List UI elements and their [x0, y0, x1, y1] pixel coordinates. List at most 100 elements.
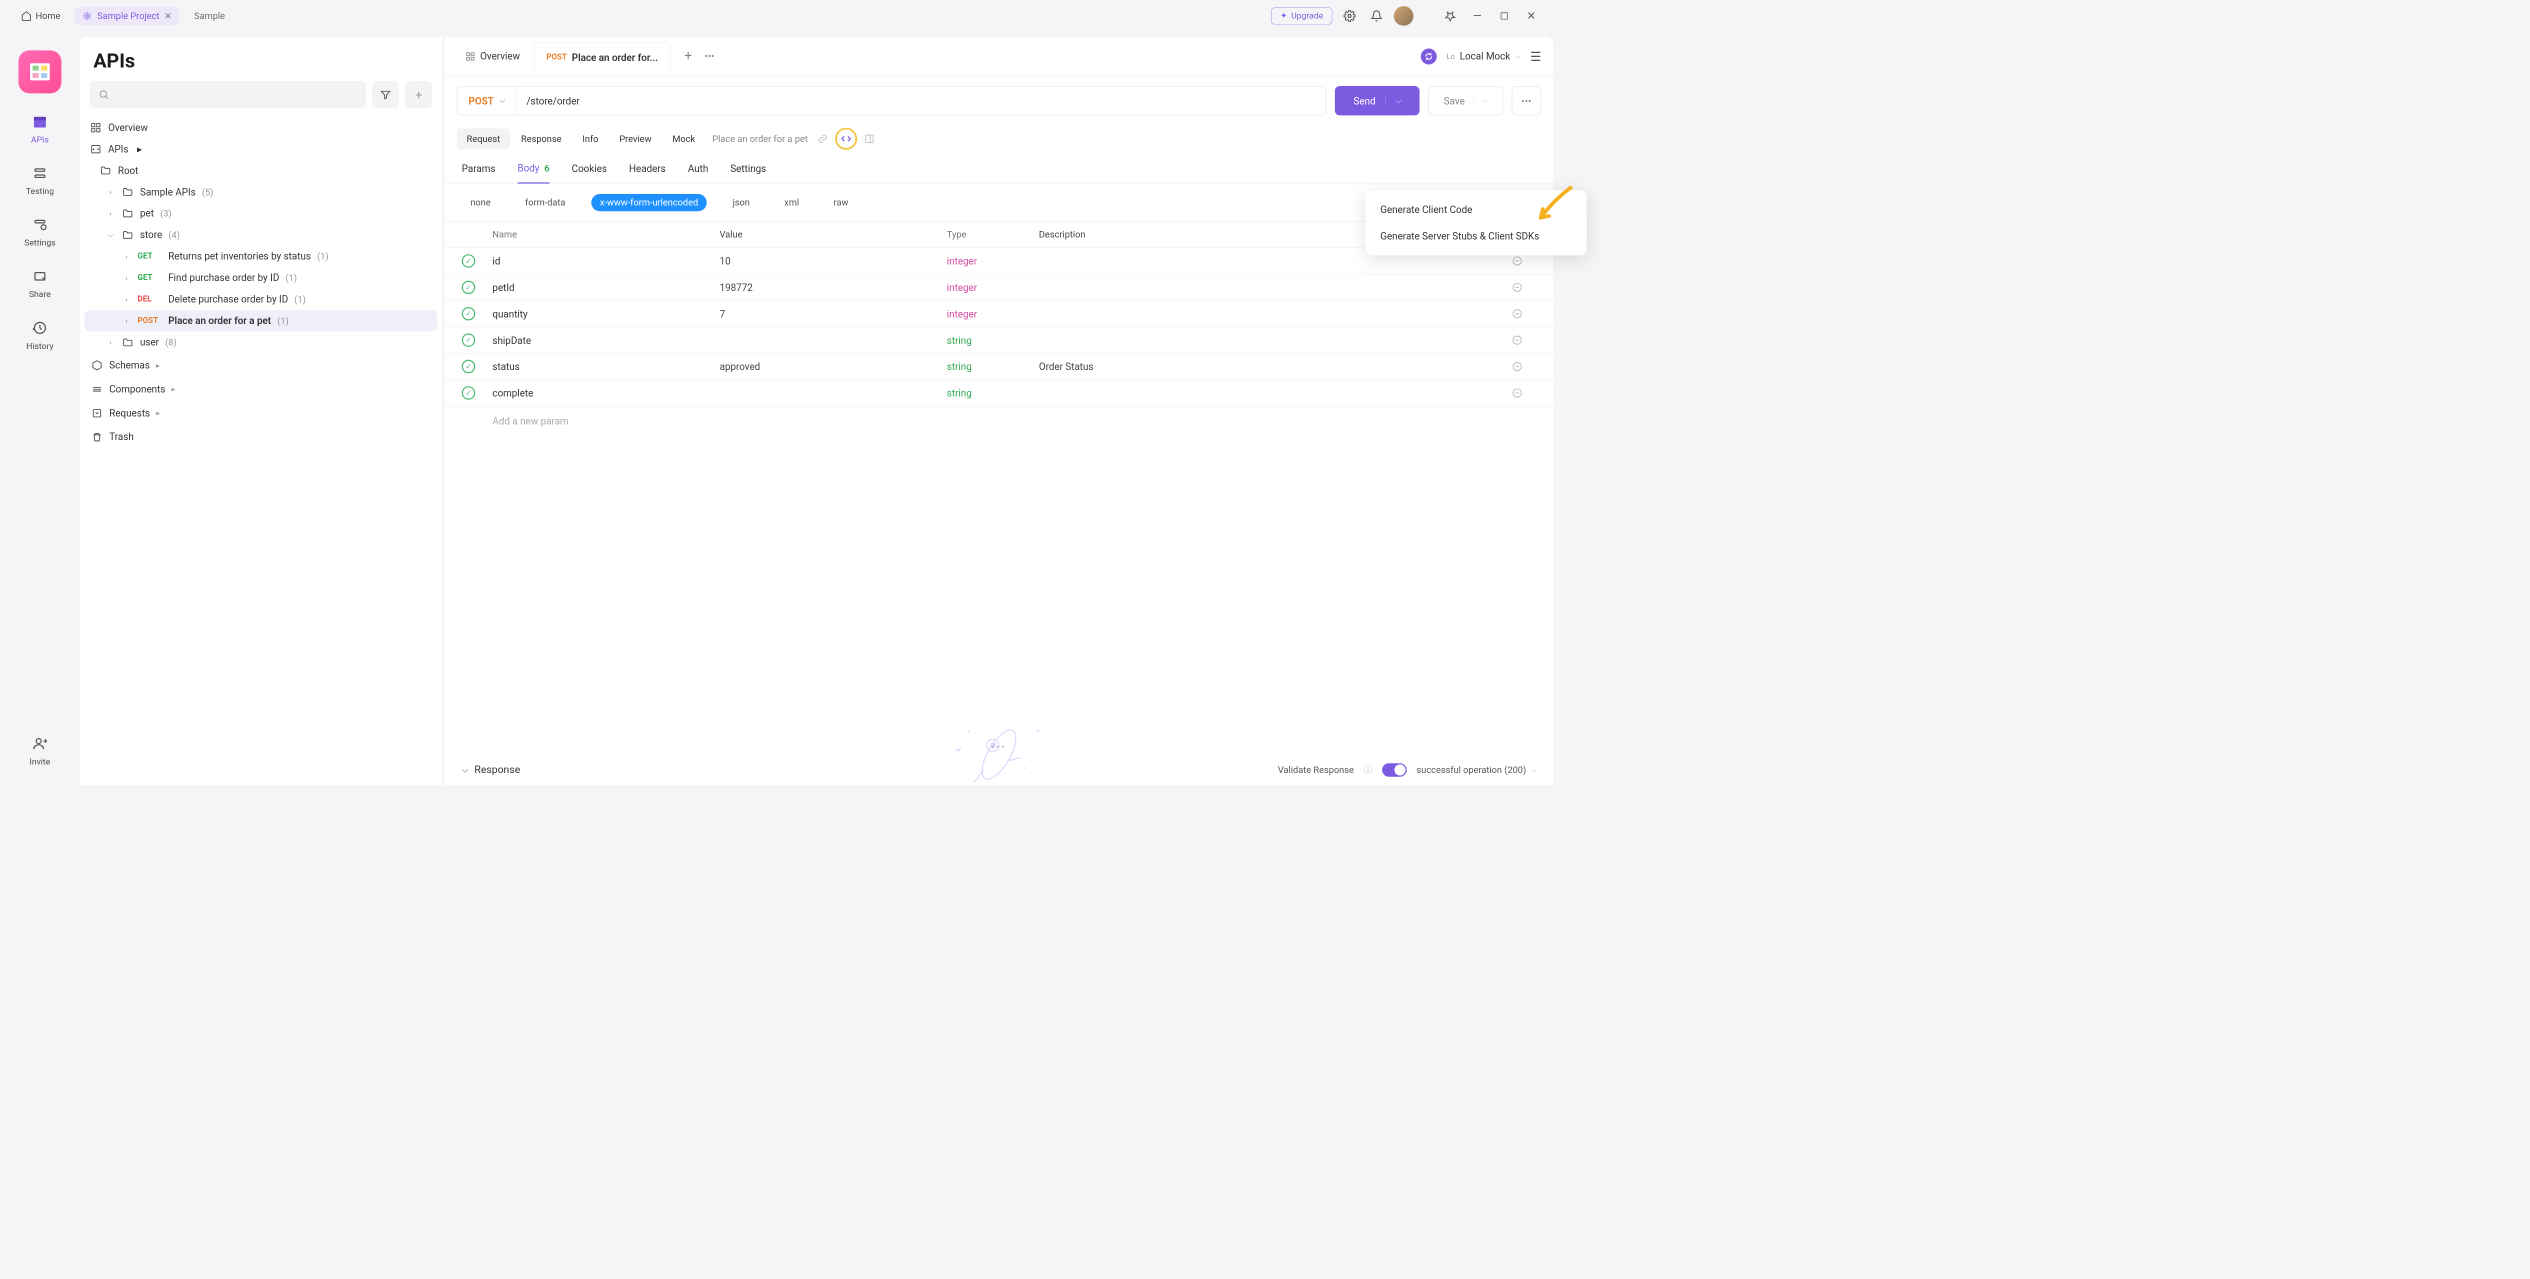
bodytype-none[interactable]: none — [462, 194, 500, 211]
save-button[interactable]: Save ⌵ — [1428, 86, 1503, 115]
check-icon[interactable]: ✓ — [462, 333, 476, 347]
trash-section[interactable]: Trash — [85, 425, 437, 449]
param-name[interactable]: status — [492, 361, 719, 373]
subtab-preview[interactable]: Preview — [609, 128, 661, 149]
delete-param-button[interactable] — [1512, 308, 1537, 319]
bodytype-raw[interactable]: raw — [825, 194, 857, 211]
table-row[interactable]: ✓ complete string — [445, 380, 1554, 406]
section-settings[interactable]: Settings — [730, 162, 766, 183]
chevron-down-icon[interactable]: ⌵ — [1385, 96, 1401, 105]
add-button[interactable]: + — [405, 81, 432, 108]
subtab-request[interactable]: Request — [457, 128, 510, 149]
table-row[interactable]: ✓ petId 198772 integer — [445, 274, 1554, 300]
param-name[interactable]: complete — [492, 387, 719, 399]
delete-param-button[interactable] — [1512, 282, 1537, 293]
param-name[interactable]: shipDate — [492, 334, 719, 346]
section-auth[interactable]: Auth — [688, 162, 708, 183]
param-value[interactable]: 7 — [720, 308, 947, 320]
components-section[interactable]: Components ▸ — [85, 377, 437, 401]
add-param-row[interactable]: Add a new param — [445, 406, 1554, 435]
check-icon[interactable]: ✓ — [462, 307, 476, 321]
schemas-section[interactable]: Schemas ▸ — [85, 353, 437, 377]
tree-endpoint[interactable]: ›GETFind purchase order by ID (1) — [85, 267, 437, 288]
param-type[interactable]: string — [947, 334, 1039, 346]
close-icon[interactable]: ✕ — [164, 10, 172, 21]
app-logo[interactable] — [18, 50, 61, 93]
param-value[interactable]: 10 — [720, 255, 947, 267]
bodytype-xml[interactable]: xml — [776, 194, 808, 211]
home-button[interactable]: Home — [12, 7, 69, 25]
section-body[interactable]: Body 6 — [517, 162, 549, 183]
menu-icon[interactable]: ☰ — [1530, 49, 1541, 64]
gear-icon[interactable] — [1340, 6, 1360, 26]
check-icon[interactable]: ✓ — [462, 281, 476, 295]
bodytype-formdata[interactable]: form-data — [516, 194, 574, 211]
requests-section[interactable]: Requests ▸ — [85, 401, 437, 425]
tree-endpoint[interactable]: ›GETReturns pet inventories by status (1… — [85, 246, 437, 267]
section-params[interactable]: Params — [462, 162, 496, 183]
validate-toggle[interactable] — [1382, 763, 1407, 777]
delete-param-button[interactable] — [1512, 255, 1537, 266]
pin-icon[interactable] — [1440, 6, 1460, 26]
param-description[interactable]: Order Status — [1039, 361, 1512, 373]
chevron-down-icon[interactable]: ⌵ — [1473, 96, 1487, 105]
help-icon[interactable]: ⓘ — [1364, 764, 1373, 776]
param-value[interactable]: approved — [720, 361, 947, 373]
tree-folder[interactable]: ⌵store (4) — [85, 224, 437, 245]
code-icon[interactable] — [835, 128, 857, 150]
tab-more-button[interactable]: ••• — [704, 50, 714, 62]
delete-param-button[interactable] — [1512, 335, 1537, 346]
env-refresh-icon[interactable] — [1421, 48, 1437, 64]
rail-share[interactable]: Share — [29, 266, 51, 299]
param-name[interactable]: id — [492, 255, 719, 267]
tab-overview[interactable]: Overview — [453, 41, 532, 70]
rail-apis[interactable]: APIs — [30, 112, 50, 145]
param-type[interactable]: string — [947, 361, 1039, 373]
close-window-icon[interactable]: ✕ — [1521, 6, 1541, 26]
param-type[interactable]: string — [947, 387, 1039, 399]
link-icon[interactable] — [814, 130, 831, 147]
rail-testing[interactable]: Testing — [26, 163, 54, 196]
tree-endpoint[interactable]: ›POSTPlace an order for a pet (1) — [85, 310, 437, 331]
delete-param-button[interactable] — [1512, 387, 1537, 398]
add-tab-button[interactable]: + — [684, 49, 692, 64]
send-button[interactable]: Send ⌵ — [1335, 86, 1420, 115]
layout-icon[interactable] — [861, 130, 878, 147]
generate-server-stubs[interactable]: Generate Server Stubs & Client SDKs — [1366, 223, 1587, 249]
param-type[interactable]: integer — [947, 255, 1039, 267]
table-row[interactable]: ✓ quantity 7 integer — [445, 301, 1554, 327]
param-type[interactable]: integer — [947, 282, 1039, 294]
section-cookies[interactable]: Cookies — [572, 162, 607, 183]
method-select[interactable]: POST ⌵ — [457, 87, 516, 115]
response-toggle[interactable]: ⌵ Response — [462, 764, 521, 776]
table-row[interactable]: ✓ status approved string Order Status — [445, 354, 1554, 380]
section-headers[interactable]: Headers — [629, 162, 666, 183]
tree-folder[interactable]: ›pet (3) — [85, 203, 437, 224]
bodytype-json[interactable]: json — [724, 194, 758, 211]
rail-settings[interactable]: Settings — [24, 215, 55, 248]
filter-button[interactable] — [372, 81, 399, 108]
root-folder[interactable]: Root — [85, 160, 437, 181]
check-icon[interactable]: ✓ — [462, 386, 476, 400]
subtab-info[interactable]: Info — [573, 128, 609, 149]
overview-row[interactable]: Overview — [85, 117, 437, 138]
check-icon[interactable]: ✓ — [462, 254, 476, 268]
param-value[interactable]: 198772 — [720, 282, 947, 294]
search-box[interactable] — [90, 81, 366, 108]
plain-tab[interactable]: Sample — [186, 7, 234, 25]
bell-icon[interactable] — [1367, 6, 1387, 26]
subtab-mock[interactable]: Mock — [663, 128, 705, 149]
more-button[interactable]: ••• — [1512, 86, 1541, 115]
check-icon[interactable]: ✓ — [462, 360, 476, 374]
tree-folder[interactable]: ›Sample APIs (5) — [85, 181, 437, 202]
table-row[interactable]: ✓ shipDate string — [445, 327, 1554, 353]
param-name[interactable]: quantity — [492, 308, 719, 320]
param-name[interactable]: petId — [492, 282, 719, 294]
response-status-select[interactable]: successful operation (200) ⌵ — [1416, 764, 1536, 775]
project-tab[interactable]: Sample Project ✕ — [75, 7, 179, 25]
tree-endpoint[interactable]: ›DELDelete purchase order by ID (1) — [85, 289, 437, 310]
delete-param-button[interactable] — [1512, 361, 1537, 372]
tree-folder[interactable]: ›user (8) — [85, 332, 437, 353]
rail-invite[interactable]: Invite — [30, 734, 51, 767]
rail-history[interactable]: History — [26, 318, 53, 351]
